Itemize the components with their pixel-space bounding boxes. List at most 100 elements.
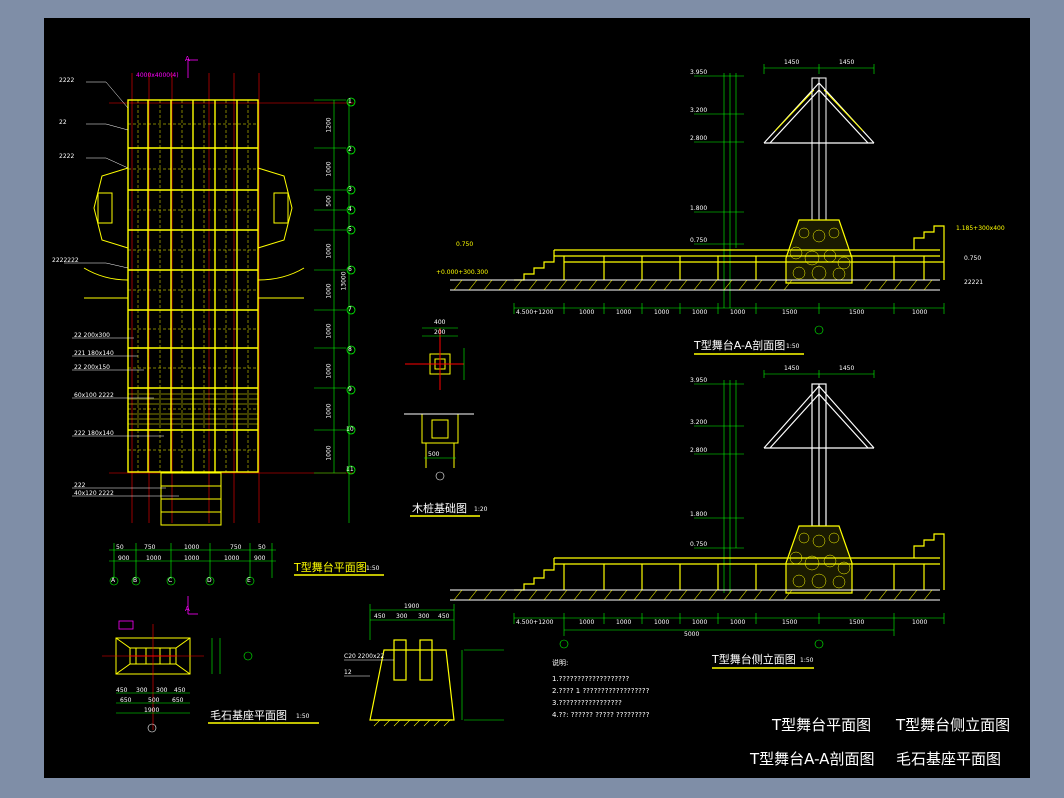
elevation-dim-bot-7: 1500 xyxy=(782,619,798,626)
plan-axis-bubbles xyxy=(346,97,356,475)
plan-note-2: 221 180x140 xyxy=(74,350,114,357)
plan-section-marker-top: A xyxy=(185,55,190,63)
plan-note-5: 222 180x140 xyxy=(74,430,114,437)
plan-top-dim: 4000x4000(4) xyxy=(136,72,179,79)
plan-right-dim-2: 1000 xyxy=(325,161,333,177)
elevation-elev-1: 3.950 xyxy=(690,377,708,384)
plan-note-3: 22 200x150 xyxy=(74,364,110,371)
plan-axis-lines xyxy=(109,73,354,523)
elevation-dim-bot-3: 1000 xyxy=(616,619,632,626)
plan-section-marker-bottom: A xyxy=(185,605,190,613)
section-elev-1: 3.950 xyxy=(690,69,708,76)
section-elev-5: 0.750 xyxy=(690,237,708,244)
elevation-stone-footing xyxy=(785,525,853,594)
plan-grid-d: D xyxy=(207,577,212,584)
plan-scale: 1:50 xyxy=(366,565,380,572)
stone-base-dim-3: 300 xyxy=(156,687,168,694)
section-elev-4: 1.800 xyxy=(690,205,708,212)
sheet-title-stone-base: 毛石基座平面图 xyxy=(896,750,1002,768)
footing-dim-2: 450 xyxy=(374,613,386,620)
plan-bottom-dim2-1: 900 xyxy=(118,555,130,562)
section-platform xyxy=(514,225,945,281)
section-right-note-2: 0.750 xyxy=(964,255,982,262)
notes-line-2: 2.???? 1 ?????????????????? xyxy=(552,687,650,695)
stone-base-dim-1: 450 xyxy=(116,687,128,694)
elevation-dim-bot-9: 1000 xyxy=(912,619,928,626)
stone-base-dim-8: 1900 xyxy=(144,707,160,714)
elevation-dim-bot-6: 1000 xyxy=(730,619,746,626)
sheet-title-side-elevation: T型舞台侧立面图 xyxy=(896,716,1011,734)
plan-axis-6: 6 xyxy=(348,266,352,273)
elevation-title: T型舞台侧立面图 xyxy=(712,653,796,666)
plan-right-dim-3: 500 xyxy=(325,195,333,207)
stone-base-dim-7: 650 xyxy=(172,697,184,704)
plan-bottom-dim-4: 750 xyxy=(230,544,242,551)
plan-right-dim-1: 1200 xyxy=(325,117,333,133)
drawing-canvas[interactable]: A A 4000x4000(4) 2222 22 2222 2222222 22… xyxy=(44,18,1030,778)
plan-grid-b: B xyxy=(133,577,138,584)
pile-title: 木桩基础图 xyxy=(412,502,467,515)
sheet-title-section: T型舞台A-A剖面图 xyxy=(750,750,875,768)
pile-scale: 1:20 xyxy=(474,506,488,513)
plan-right-dim-7: 1000 xyxy=(325,363,333,379)
stone-base-title: 毛石基座平面图 xyxy=(210,709,287,722)
elevation-ground-hatch xyxy=(453,589,933,601)
section-dim-bot-6: 1000 xyxy=(730,309,746,316)
elevation-dim-bot-1: 4.500+1200 xyxy=(516,619,554,626)
plan-stage-grid xyxy=(127,99,259,473)
section-dim-bot-4: 1000 xyxy=(654,309,670,316)
plan-side-wings xyxy=(83,167,305,299)
plan-bottom-dim-3: 1000 xyxy=(184,544,200,551)
section-dim-bot-3: 1000 xyxy=(616,309,632,316)
plan-bottom-dim-5: 50 xyxy=(258,544,266,551)
section-dim-bot-7: 1500 xyxy=(782,309,798,316)
sheet-title-plan: T型舞台平面图 xyxy=(772,716,872,734)
plan-bottom-dim-1: 50 xyxy=(116,544,124,551)
section-elev-3: 2.800 xyxy=(690,135,708,142)
pile-dim-1: 400 xyxy=(434,319,446,326)
elevation-elev-4: 1.800 xyxy=(690,511,708,518)
section-dim-bot-2: 1000 xyxy=(579,309,595,316)
plan-bottom-dim2-3: 1000 xyxy=(184,555,200,562)
section-right-note-3: 22221 xyxy=(964,279,984,286)
plan-left-note-1: 2222 xyxy=(59,77,75,84)
plan-axis-2: 2 xyxy=(348,146,352,153)
section-dim-bot-5: 1000 xyxy=(692,309,708,316)
section-bottom-dims xyxy=(513,303,945,335)
plan-grid-e: E xyxy=(247,577,251,584)
plan-bottom-dim2-4: 1000 xyxy=(224,555,240,562)
plan-note-7: 40x120 2222 xyxy=(74,490,114,497)
plan-axis-4: 4 xyxy=(348,206,352,213)
plan-axis-10: 10 xyxy=(346,426,354,433)
section-dim-bot-9: 1000 xyxy=(912,309,928,316)
plan-axis-1: 1 xyxy=(348,98,352,105)
section-left-note-1: 0.750 xyxy=(456,241,474,248)
footing-dim-1: 1900 xyxy=(404,603,420,610)
plan-axis-3: 3 xyxy=(348,186,352,193)
elevation-dim-bot-4: 1000 xyxy=(654,619,670,626)
section-right-note-1: 1.185+300x400 xyxy=(956,225,1005,232)
wood-pile-detail xyxy=(404,327,480,517)
plan-right-dim-5: 1000 xyxy=(325,283,333,299)
section-title: T型舞台A-A剖面图 xyxy=(694,339,786,352)
elevation-scale: 1:50 xyxy=(800,657,814,664)
plan-axis-5: 5 xyxy=(348,226,352,233)
plan-left-note-2: 22 xyxy=(59,119,67,126)
plan-axis-9: 9 xyxy=(348,386,352,393)
elevation-dim-top-1: 1450 xyxy=(784,365,800,372)
section-column xyxy=(811,77,827,221)
plan-front-step xyxy=(160,472,222,526)
stone-base-dim-2: 300 xyxy=(136,687,148,694)
footing-dim-4: 300 xyxy=(418,613,430,620)
footing-note-1: C20 2200x22 xyxy=(344,653,385,660)
section-left-note-2: +0.000+300.300 xyxy=(436,269,489,276)
notes-line-1: 1.??????????????????? xyxy=(552,675,630,683)
elevation-dim-bot-5: 1000 xyxy=(692,619,708,626)
elevation-dim-bot-8: 1500 xyxy=(849,619,865,626)
plan-axis-7: 7 xyxy=(348,306,352,313)
plan-bottom-dim2-5: 900 xyxy=(254,555,266,562)
plan-right-dim-8: 1000 xyxy=(325,403,333,419)
plan-right-dim-6: 1000 xyxy=(325,323,333,339)
section-stone-footing xyxy=(785,219,853,284)
notes-header: 说明: xyxy=(552,659,569,667)
